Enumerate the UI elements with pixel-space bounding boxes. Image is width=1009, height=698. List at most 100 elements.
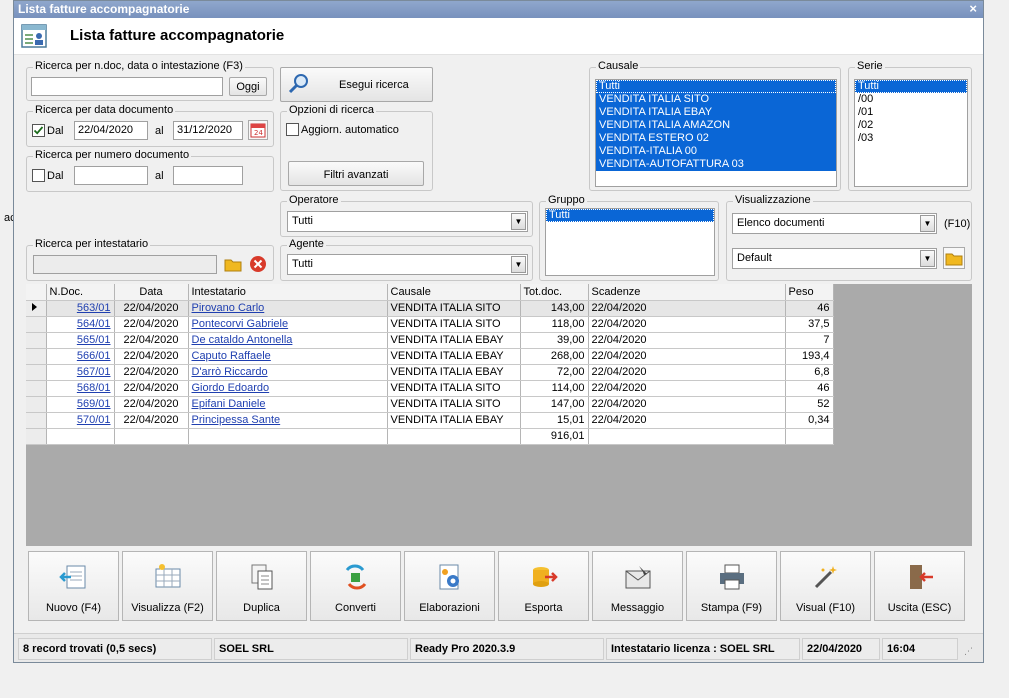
page-title: Lista fatture accompagnatorie [70, 27, 285, 44]
doc-number-link[interactable]: 569/01 [46, 396, 115, 413]
serie-item[interactable]: /00 [855, 93, 967, 106]
agente-select[interactable]: Tutti ▼ [287, 254, 528, 275]
converti-button[interactable]: Converti [310, 551, 401, 621]
holder-link[interactable]: De cataldo Antonella [188, 332, 388, 349]
view-shortcut: (F10) [944, 218, 971, 230]
calendar-icon[interactable]: 24 [248, 120, 268, 140]
row-indicator [26, 428, 47, 445]
doc-weight: 46 [785, 380, 834, 397]
date-from-input[interactable]: 22/04/2020 [74, 121, 148, 140]
serie-item[interactable]: /01 [855, 106, 967, 119]
close-icon[interactable]: × [969, 1, 977, 16]
holder-input[interactable] [33, 255, 217, 274]
gruppo-list[interactable]: Tutti [545, 208, 715, 276]
row-indicator [26, 364, 47, 381]
holder-link[interactable]: Pontecorvi Gabriele [188, 316, 388, 333]
causale-item[interactable]: VENDITA ITALIA AMAZON [596, 119, 836, 132]
table-row[interactable]: 565/01 22/04/2020 De cataldo Antonella V… [26, 332, 834, 349]
operatore-select[interactable]: Tutti ▼ [287, 211, 528, 232]
col-header[interactable]: Scadenze [588, 284, 786, 301]
holder-link[interactable]: Principessa Sante [188, 412, 388, 429]
run-search-label: Esegui ricerca [339, 79, 409, 91]
nuovo-button[interactable]: Nuovo (F4) [28, 551, 119, 621]
serie-item[interactable]: /03 [855, 132, 967, 145]
doc-number-link[interactable]: 566/01 [46, 348, 115, 365]
table-row[interactable]: 570/01 22/04/2020 Principessa Sante VEND… [26, 412, 834, 429]
view-select[interactable]: Elenco documenti ▼ [732, 213, 937, 234]
col-header[interactable]: Data [114, 284, 189, 301]
search-holder-group: Ricerca per intestatario [26, 238, 274, 281]
doc-number-link[interactable]: 564/01 [46, 316, 115, 333]
serie-list[interactable]: Tutti /00 /01 /02 /03 [854, 79, 968, 187]
row-indicator [26, 380, 47, 397]
table-row[interactable]: 563/01 22/04/2020 Pirovano Carlo VENDITA… [26, 300, 834, 317]
doc-number-link[interactable]: 567/01 [46, 364, 115, 381]
table-row[interactable]: 569/01 22/04/2020 Epifani Daniele VENDIT… [26, 396, 834, 413]
serie-item[interactable]: Tutti [855, 80, 967, 93]
stampa-button[interactable]: Stampa (F9) [686, 551, 777, 621]
causale-item[interactable]: VENDITA-AUTOFATTURA 03 [596, 158, 836, 171]
holder-link[interactable]: Giordo Edoardo [188, 380, 388, 397]
printer-icon [717, 562, 747, 592]
causale-item[interactable]: VENDITA ITALIA SITO [596, 93, 836, 106]
doc-number-link[interactable]: 570/01 [46, 412, 115, 429]
elaborazioni-button[interactable]: Elaborazioni [404, 551, 495, 621]
table-row[interactable]: 566/01 22/04/2020 Caputo Raffaele VENDIT… [26, 348, 834, 365]
number-to-input[interactable] [173, 166, 243, 185]
messaggio-button[interactable]: Messaggio [592, 551, 683, 621]
uscita-label: Uscita (ESC) [887, 602, 952, 614]
doc-number-link[interactable]: 568/01 [46, 380, 115, 397]
holder-link[interactable]: Pirovano Carlo [188, 300, 388, 317]
resize-grip-icon[interactable]: ⋰ [964, 646, 973, 657]
causale-list[interactable]: Tutti VENDITA ITALIA SITO VENDITA ITALIA… [595, 79, 837, 187]
holder-link[interactable]: Caputo Raffaele [188, 348, 388, 365]
date-to-input[interactable]: 31/12/2020 [173, 121, 243, 140]
causale-item[interactable]: VENDITA-ITALIA 00 [596, 145, 836, 158]
uscita-button[interactable]: Uscita (ESC) [874, 551, 965, 621]
holder-link[interactable]: Epifani Daniele [188, 396, 388, 413]
clear-icon[interactable] [248, 254, 268, 274]
date-filter-checkbox[interactable] [32, 124, 45, 137]
doc-number-link[interactable]: 565/01 [46, 332, 115, 349]
number-from-input[interactable] [74, 166, 148, 185]
gruppo-legend: Gruppo [546, 194, 587, 206]
serie-item[interactable]: /02 [855, 119, 967, 132]
run-search-button[interactable]: Esegui ricerca [280, 67, 433, 102]
visual-button[interactable]: Visual (F10) [780, 551, 871, 621]
folder-icon[interactable] [943, 247, 965, 269]
col-header[interactable]: Intestatario [188, 284, 388, 301]
esporta-button[interactable]: Esporta [498, 551, 589, 621]
causale-item[interactable]: VENDITA ITALIA EBAY [596, 106, 836, 119]
search-text-legend: Ricerca per n.doc, data o intestazione (… [33, 60, 245, 72]
col-header[interactable]: Causale [387, 284, 521, 301]
status-version: Ready Pro 2020.3.9 [410, 638, 604, 660]
operatore-value: Tutti [292, 215, 313, 227]
causale-item[interactable]: VENDITA ESTERO 02 [596, 132, 836, 145]
doc-due-date: 22/04/2020 [588, 364, 786, 381]
export-icon [529, 562, 559, 592]
today-button[interactable]: Oggi [229, 77, 267, 96]
causale-item[interactable]: Tutti [596, 80, 836, 93]
layout-select[interactable]: Default ▼ [732, 248, 937, 269]
table-row[interactable]: 564/01 22/04/2020 Pontecorvi Gabriele VE… [26, 316, 834, 333]
auto-update-checkbox[interactable] [286, 123, 299, 136]
advanced-filters-button[interactable]: Filtri avanzati [288, 161, 424, 186]
duplica-button[interactable]: Duplica [216, 551, 307, 621]
doc-number-link[interactable]: 563/01 [46, 300, 115, 317]
documents-grid[interactable]: N.Doc. Data Intestatario Causale Tot.doc… [26, 284, 972, 546]
number-filter-checkbox[interactable] [32, 169, 45, 182]
holder-link[interactable]: D'arrò Riccardo [188, 364, 388, 381]
search-text-input[interactable] [31, 77, 223, 96]
table-total-row: 916,01 [26, 428, 834, 445]
gruppo-item[interactable]: Tutti [546, 209, 714, 222]
table-row[interactable]: 568/01 22/04/2020 Giordo Edoardo VENDITA… [26, 380, 834, 397]
search-number-legend: Ricerca per numero documento [33, 149, 192, 161]
page-header: Lista fatture accompagnatorie [14, 18, 983, 55]
folder-icon[interactable] [223, 254, 243, 274]
row-indicator-header [26, 284, 47, 301]
col-header[interactable]: N.Doc. [46, 284, 115, 301]
col-header[interactable]: Peso [785, 284, 834, 301]
visualizza-button[interactable]: Visualizza (F2) [122, 551, 213, 621]
col-header[interactable]: Tot.doc. [520, 284, 589, 301]
table-row[interactable]: 567/01 22/04/2020 D'arrò Riccardo VENDIT… [26, 364, 834, 381]
